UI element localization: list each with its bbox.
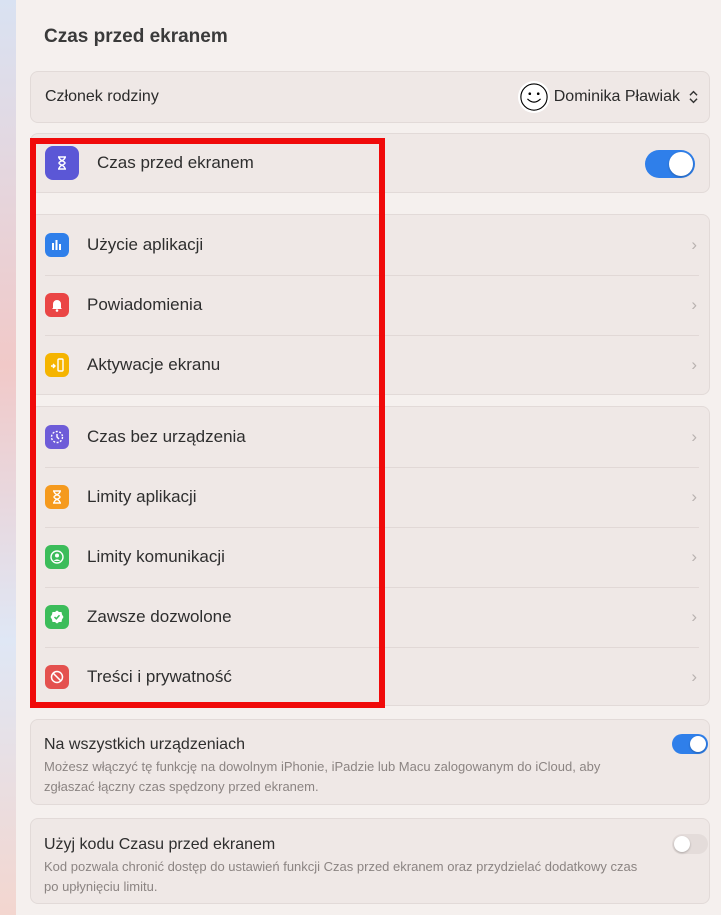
passcode-description: Kod pozwala chronić dostęp do ustawień f… <box>44 859 638 894</box>
passcode-title: Użyj kodu Czasu przed ekranem <box>44 836 276 853</box>
all-devices-toggle[interactable] <box>672 734 708 754</box>
family-member-label: Członek rodziny <box>45 88 159 105</box>
chevron-right-icon: › <box>691 487 697 506</box>
chevron-right-icon: › <box>691 355 697 374</box>
page-title: Czas przed ekranem <box>44 26 228 47</box>
screen-time-toggle[interactable] <box>645 150 695 178</box>
chevron-right-icon: › <box>691 547 697 566</box>
family-member-popup[interactable]: Dominika Pławiak <box>517 81 699 113</box>
chevron-right-icon: › <box>691 427 697 446</box>
chevron-right-icon: › <box>691 235 697 254</box>
family-member-card: Członek rodziny Dominika Pławiak <box>30 71 710 123</box>
chevron-right-icon: › <box>691 295 697 314</box>
chevron-right-icon: › <box>691 667 697 686</box>
smiley-avatar-icon <box>517 81 550 113</box>
highlight-box <box>30 138 385 708</box>
all-devices-description: Możesz włączyć tę funkcję na dowolnym iP… <box>44 759 601 794</box>
selected-member-name: Dominika Pławiak <box>553 88 680 105</box>
passcode-toggle[interactable] <box>672 834 708 854</box>
chevron-right-icon: › <box>691 607 697 626</box>
background-strip <box>0 0 16 915</box>
all-devices-title: Na wszystkich urządzeniach <box>44 736 245 753</box>
updown-chevron-icon <box>688 89 699 105</box>
screen-time-settings-pane: Czas przed ekranem Członek rodziny Domin… <box>16 0 721 915</box>
